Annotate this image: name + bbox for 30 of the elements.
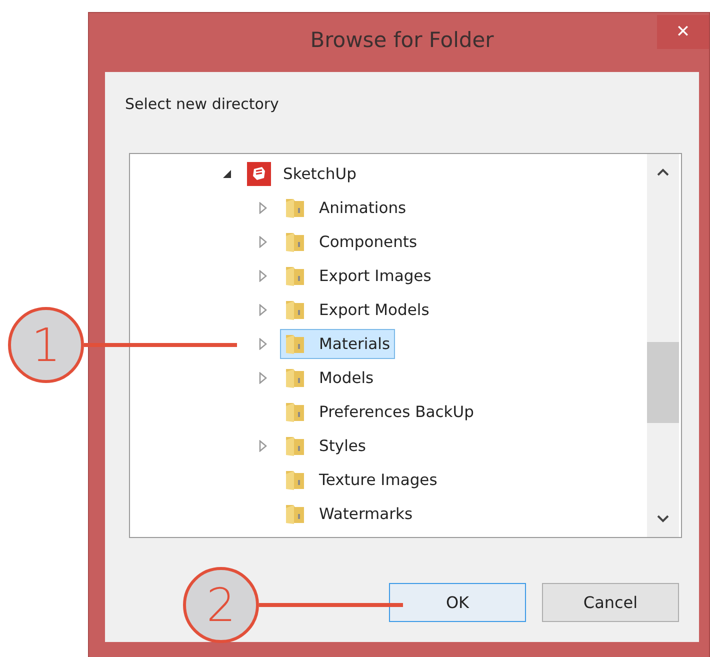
tree-item[interactable]: SketchUp (244, 159, 362, 189)
expand-icon[interactable] (258, 372, 268, 384)
collapse-icon[interactable] (222, 168, 232, 180)
tree-item[interactable]: Preferences BackUp (280, 397, 479, 427)
tree-item[interactable]: Export Models (280, 295, 434, 325)
close-button[interactable]: ✕ (657, 15, 709, 49)
callout-marker: 1 (8, 307, 84, 383)
tree-item[interactable]: Models (280, 363, 379, 393)
expand-icon[interactable] (258, 202, 268, 214)
instruction-text: Select new directory (125, 94, 280, 115)
dialog-button[interactable]: Cancel (542, 583, 679, 622)
scroll-down-icon[interactable] (657, 515, 669, 523)
scrollbar[interactable] (647, 154, 679, 537)
scrollbar-thumb[interactable] (647, 342, 679, 423)
tree-item[interactable]: Texture Images (280, 465, 442, 495)
tree-item[interactable]: Styles (280, 431, 372, 461)
scroll-up-icon[interactable] (657, 168, 669, 176)
expand-icon[interactable] (258, 338, 268, 350)
tree-item[interactable]: Materials (280, 329, 396, 359)
dialog-button[interactable]: OK (389, 583, 526, 622)
expand-icon[interactable] (258, 236, 268, 248)
tree-item[interactable]: Animations (280, 193, 412, 223)
app-icon (247, 161, 271, 187)
tree-item[interactable]: Watermarks (280, 499, 418, 529)
expand-icon[interactable] (258, 440, 268, 452)
expand-icon[interactable] (258, 304, 268, 316)
expand-icon[interactable] (258, 270, 268, 282)
window-title: Browse for Folder (310, 28, 494, 52)
tree-item[interactable]: Components (280, 227, 422, 257)
tree-item[interactable]: Export Images (280, 261, 436, 291)
